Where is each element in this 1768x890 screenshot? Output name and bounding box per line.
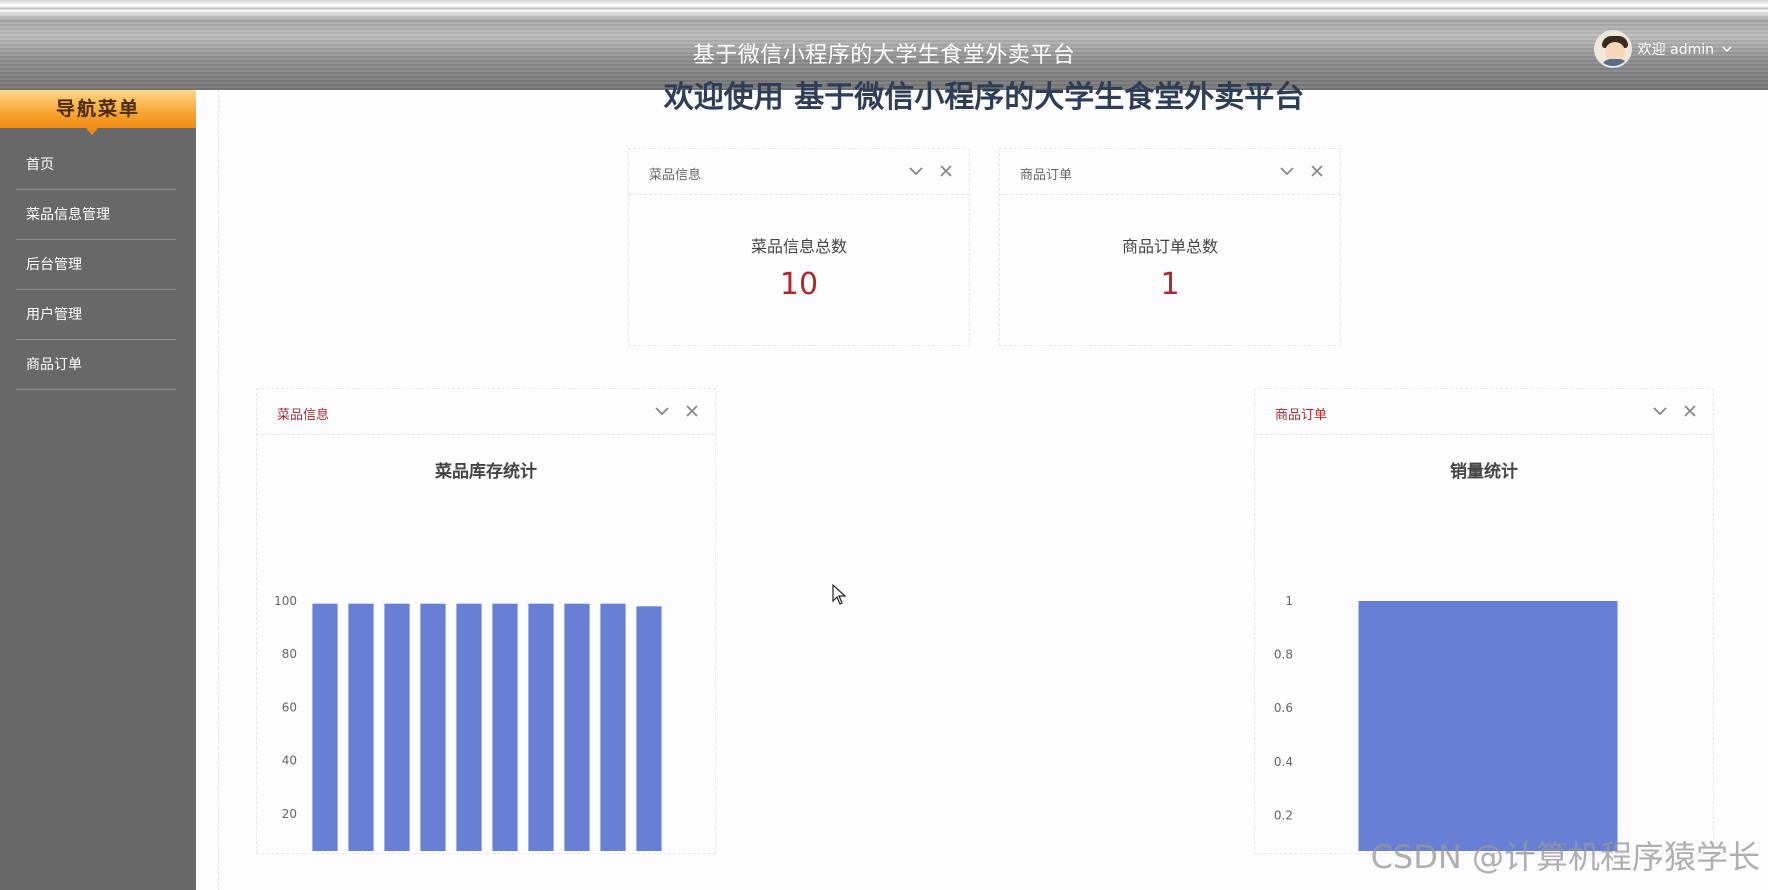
bar-菜品名称3 (420, 603, 446, 851)
avatar[interactable] (1593, 30, 1632, 68)
y-tick-label: 0.2 (1274, 808, 1293, 822)
close-icon[interactable] (1681, 402, 1699, 420)
bar-菜品名称1 (312, 603, 338, 851)
bar-菜品名称5 (492, 603, 518, 851)
card-title: 商品订单 (1275, 408, 1328, 423)
y-tick-label: 0.8 (1274, 648, 1293, 662)
chart-title: 菜品库存统计 (435, 462, 537, 482)
welcome-heading: 欢迎使用 基于微信小程序的大学生食堂外卖平台 (663, 80, 1305, 115)
card-title: 商品订单 (1020, 168, 1073, 183)
user-menu[interactable]: 欢迎 admin (1593, 30, 1734, 68)
y-tick-label: 0.6 (1274, 701, 1293, 715)
nav-list: 首页 菜品信息管理 后台管理 用户管理 商品订单 (16, 140, 176, 390)
close-icon[interactable] (1308, 162, 1326, 180)
stat-value: 10 (779, 267, 819, 302)
bar-菜品名称10 (348, 603, 374, 851)
card-title: 菜品信息 (277, 408, 330, 423)
collapse-icon[interactable] (1278, 162, 1296, 180)
nav-caret-icon (86, 128, 98, 135)
y-tick-label: 100 (274, 594, 297, 608)
stat-value: 1 (1160, 267, 1180, 302)
bar-菜品名称9 (1358, 601, 1618, 851)
app-root: 基于微信小程序的大学生食堂外卖平台 欢迎 admin 导航菜单 首页 菜品信息管… (0, 0, 1768, 890)
card-title: 菜品信息 (649, 168, 702, 183)
stat-card-orders: 商品订单 商品订单总数 1 (999, 148, 1341, 346)
sales-bar-chart: 00.20.40.60.81菜品名称9 (1274, 594, 1618, 851)
sidebar-item-user-management[interactable]: 用户管理 (16, 290, 176, 340)
y-tick-label: 1 (1285, 594, 1293, 608)
y-tick-label: 60 (282, 700, 297, 714)
app-title: 基于微信小程序的大学生食堂外卖平台 (692, 43, 1076, 68)
collapse-icon[interactable] (907, 162, 925, 180)
chart-card-sales: 商品订单 销量统计 00.20.40.60.81菜品名称9 (1254, 388, 1714, 854)
bar-菜品名称8 (600, 603, 626, 851)
sidebar-item-dish-management[interactable]: 菜品信息管理 (16, 190, 176, 240)
close-icon[interactable] (683, 402, 701, 420)
stat-label: 菜品信息总数 (750, 237, 847, 256)
y-tick-label: 0.4 (1274, 755, 1293, 769)
watermark: CSDN @计算机程序猿学长 (1370, 838, 1760, 876)
bar-菜品名称6 (528, 603, 554, 851)
chart-card-stock: 菜品信息 菜品库存统计 020406080100菜品名称1菜品名称10菜品名称2… (256, 388, 716, 854)
bar-菜品名称9 (636, 606, 662, 851)
welcome-user-label[interactable]: 欢迎 admin (1638, 39, 1714, 59)
stock-bar-chart: 020406080100菜品名称1菜品名称10菜品名称2菜品名称3菜品名称4菜品… (274, 594, 662, 851)
close-icon[interactable] (937, 162, 955, 180)
chart-title: 销量统计 (1450, 462, 1518, 482)
y-tick-label: 40 (282, 754, 297, 768)
sidebar-item-orders[interactable]: 商品订单 (16, 340, 176, 390)
y-tick-label: 80 (282, 647, 297, 661)
stat-card-dishes: 菜品信息 菜品信息总数 10 (628, 148, 970, 346)
bar-菜品名称4 (456, 603, 482, 851)
collapse-icon[interactable] (1651, 402, 1669, 420)
sidebar-item-home[interactable]: 首页 (16, 140, 176, 190)
stat-label: 商品订单总数 (1121, 237, 1218, 256)
chevron-down-icon[interactable] (1720, 42, 1734, 56)
collapse-icon[interactable] (653, 402, 671, 420)
bar-菜品名称2 (384, 603, 410, 851)
bar-菜品名称7 (564, 603, 590, 851)
sidebar: 导航菜单 首页 菜品信息管理 后台管理 用户管理 商品订单 (0, 90, 196, 890)
sidebar-item-backend-management[interactable]: 后台管理 (16, 240, 176, 290)
mouse-cursor-icon (832, 584, 847, 605)
y-tick-label: 20 (282, 807, 297, 821)
